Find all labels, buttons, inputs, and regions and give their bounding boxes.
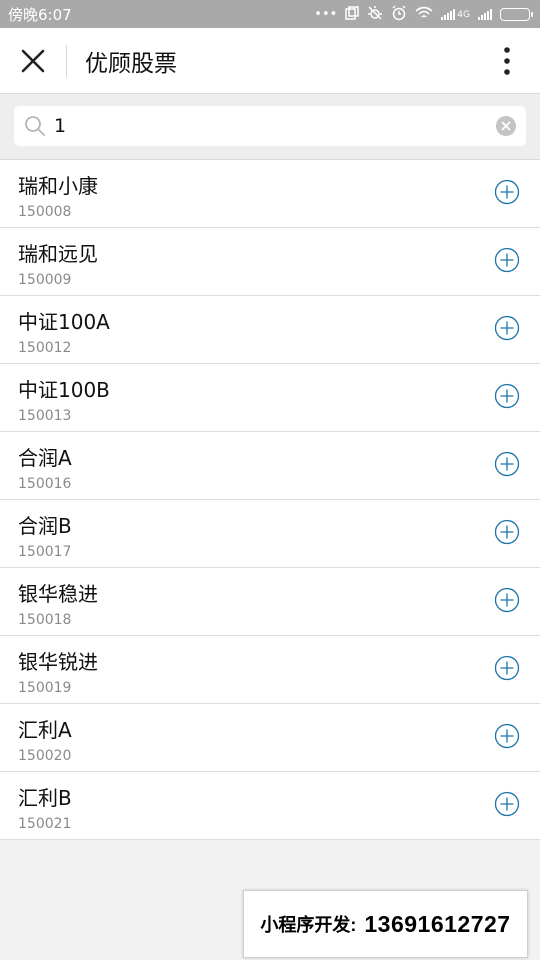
stock-code: 150012: [18, 340, 72, 356]
network-label: 4G: [457, 10, 470, 20]
list-item[interactable]: 瑞和远见 150009: [0, 228, 540, 296]
list-item[interactable]: 中证100A 150012: [0, 296, 540, 364]
add-circle-icon[interactable]: [494, 723, 520, 749]
list-item[interactable]: 银华锐进 150019: [0, 636, 540, 704]
more-button[interactable]: [474, 28, 540, 94]
close-icon: [21, 49, 45, 72]
copy-icon: [345, 5, 360, 23]
close-button[interactable]: [0, 28, 66, 94]
stock-code: 150017: [18, 544, 72, 560]
add-circle-icon[interactable]: [494, 247, 520, 273]
add-circle-icon[interactable]: [494, 791, 520, 817]
stock-name: 银华稳进: [18, 582, 98, 606]
app-header: 优顾股票: [0, 28, 540, 94]
stock-code: 150018: [18, 612, 72, 628]
stock-code: 150013: [18, 408, 72, 424]
status-bar: 傍晚6:07 ••• 4G: [0, 0, 540, 28]
battery-icon: [500, 7, 533, 21]
list-item[interactable]: 汇利B 150021: [0, 772, 540, 840]
clear-search-button[interactable]: [496, 116, 516, 136]
list-item[interactable]: 瑞和小康 150008: [0, 160, 540, 228]
signal-icon-2: [478, 8, 492, 20]
stock-code: 150009: [18, 272, 72, 288]
header-divider: [66, 44, 67, 77]
stock-list: 瑞和小康 150008 瑞和远见 150009 中证100A 150012 中证…: [0, 160, 540, 840]
stock-name: 汇利A: [18, 718, 72, 742]
stock-name: 合润A: [18, 446, 72, 470]
stock-name: 中证100B: [18, 378, 110, 402]
add-circle-icon[interactable]: [494, 655, 520, 681]
stock-name: 汇利B: [18, 786, 72, 810]
search-icon: [25, 116, 45, 136]
add-circle-icon[interactable]: [494, 383, 520, 409]
wifi-icon: [415, 6, 433, 23]
stock-name: 中证100A: [18, 310, 110, 334]
list-item[interactable]: 中证100B 150013: [0, 364, 540, 432]
add-circle-icon[interactable]: [494, 179, 520, 205]
list-item[interactable]: 银华稳进 150018: [0, 568, 540, 636]
search-box[interactable]: [14, 106, 526, 146]
stock-code: 150019: [18, 680, 72, 696]
stock-name: 银华锐进: [18, 650, 98, 674]
promo-banner: 小程序开发: 13691612727: [243, 890, 528, 958]
search-area: [0, 94, 540, 160]
stock-code: 150008: [18, 204, 72, 220]
list-item[interactable]: 合润A 150016: [0, 432, 540, 500]
add-circle-icon[interactable]: [494, 451, 520, 477]
promo-label: 小程序开发:: [260, 915, 357, 935]
add-circle-icon[interactable]: [494, 315, 520, 341]
add-circle-icon[interactable]: [494, 587, 520, 613]
dots-icon: •••: [314, 6, 338, 22]
stock-name: 瑞和远见: [18, 242, 98, 266]
search-input[interactable]: [54, 115, 496, 137]
alarm-icon: [391, 4, 407, 24]
status-time: 傍晚6:07: [8, 5, 72, 24]
bug-icon: [367, 5, 383, 24]
signal-icon: 4G: [441, 8, 470, 20]
promo-phone: 13691612727: [364, 910, 511, 937]
list-item[interactable]: 合润B 150017: [0, 500, 540, 568]
status-icons: ••• 4G: [314, 4, 533, 24]
stock-name: 合润B: [18, 514, 72, 538]
stock-code: 150016: [18, 476, 72, 492]
stock-code: 150021: [18, 816, 72, 832]
stock-name: 瑞和小康: [18, 174, 98, 198]
more-vertical-icon: [504, 46, 510, 75]
page-title: 优顾股票: [85, 50, 177, 77]
add-circle-icon[interactable]: [494, 519, 520, 545]
clear-icon: [501, 121, 511, 131]
stock-code: 150020: [18, 748, 72, 764]
list-item[interactable]: 汇利A 150020: [0, 704, 540, 772]
